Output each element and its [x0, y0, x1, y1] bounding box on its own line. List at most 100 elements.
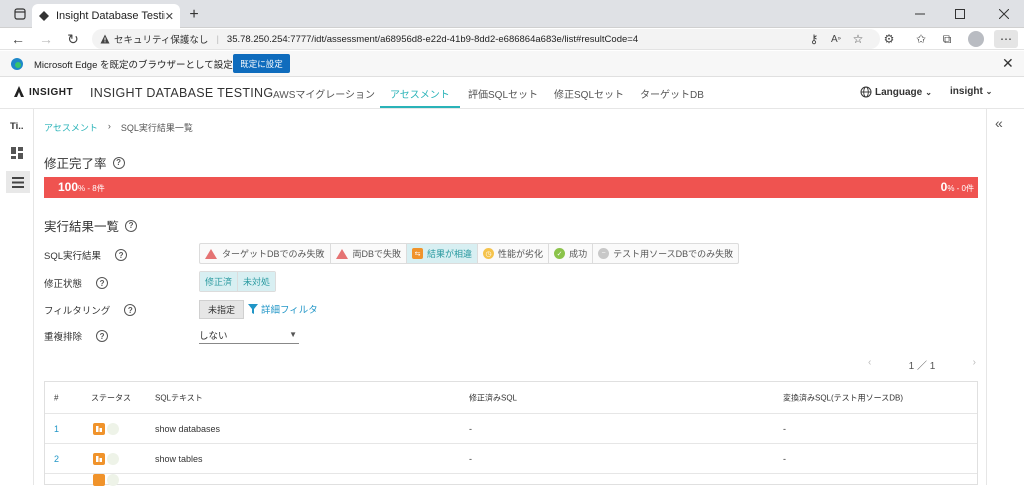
address-bar[interactable]: セキュリティ保護なし | 35.78.250.254:7777/idt/asse… — [92, 29, 880, 49]
minimize-icon[interactable] — [900, 0, 940, 28]
key-icon[interactable]: ⚷ — [805, 30, 823, 48]
sql-result-filter-label: SQL実行結果 ? — [44, 248, 128, 262]
completion-left-value: 100% - 8件 — [58, 180, 105, 194]
chip-source-db-only-failed[interactable]: − テスト用ソースDBでのみ失敗 — [593, 244, 738, 263]
minus-icon: − — [598, 248, 610, 259]
user-menu[interactable]: insight ⌄ — [950, 86, 992, 97]
chip-target-db-only-failed[interactable]: ターゲットDBでのみ失敗 — [200, 244, 331, 263]
prev-page-icon[interactable]: ‹ — [868, 357, 871, 372]
next-page-icon[interactable]: › — [973, 357, 976, 372]
dedup-select[interactable]: しない ▼ — [199, 328, 299, 344]
results-title: 実行結果一覧 — [44, 220, 120, 234]
help-icon[interactable]: ? — [124, 304, 137, 316]
help-icon[interactable]: ? — [112, 156, 125, 169]
read-aloud-icon[interactable]: A» — [827, 30, 845, 48]
language-menu[interactable]: Language ⌄ — [860, 86, 932, 98]
row-converted-sql: - — [783, 453, 786, 464]
dashboard-icon[interactable] — [11, 147, 23, 159]
sql-result-filter-chips: ターゲットDBでのみ失敗 両DBで失敗 ⇆ 結果が相違 ◷ 性能が劣化 ✓ 成功 − テ… — [199, 243, 740, 264]
chip-result-differs[interactable]: ⇆ 結果が相違 — [407, 244, 479, 263]
security-warning: セキュリティ保護なし — [114, 35, 209, 46]
check-icon — [107, 452, 119, 465]
col-header-num: # — [54, 393, 59, 402]
sidebar-title[interactable]: Ti.. — [10, 121, 24, 132]
more-menu-icon[interactable]: ⋯ — [994, 30, 1018, 48]
set-default-button[interactable]: 既定に設定 — [233, 54, 290, 73]
row-status — [93, 422, 119, 435]
table-row[interactable]: 1 show databases - - — [45, 414, 977, 444]
completion-heading: 修正完了率 ? — [44, 153, 125, 172]
edge-logo-icon — [11, 58, 23, 70]
help-icon[interactable]: ? — [96, 277, 109, 289]
diff-icon: ⇆ — [412, 248, 424, 259]
browser-tab-strip: Insight Database Testing ✕ + — [0, 0, 1024, 28]
tab-close-icon[interactable]: ✕ — [165, 10, 174, 23]
reload-icon[interactable]: ↻ — [63, 29, 83, 49]
completion-progress-bar: 100% - 8件 0% - 0件 — [44, 177, 978, 198]
row-sql-text: show tables — [155, 453, 203, 464]
check-icon — [107, 422, 119, 435]
tab-favicon-icon — [39, 11, 49, 21]
breadcrumb: アセスメント › SQL実行結果一覧 — [44, 121, 193, 134]
chip-performance-degraded[interactable]: ◷ 性能が劣化 — [478, 244, 550, 263]
nav-eval-sql-set[interactable]: 評価SQLセット — [468, 86, 538, 101]
help-icon[interactable]: ? — [96, 330, 109, 342]
forward-icon[interactable]: → — [36, 29, 56, 49]
unspecified-filter-button[interactable]: 未指定 — [199, 300, 245, 319]
collapse-panel-icon[interactable]: « — [995, 115, 1003, 131]
chevron-down-icon: ⌄ — [985, 87, 993, 96]
chip-unhandled[interactable]: 未対処 — [238, 272, 276, 291]
table-row[interactable]: 2 show tables - - — [45, 444, 977, 474]
completion-right-value: 0% - 0件 — [940, 180, 974, 194]
window-close-icon[interactable] — [984, 0, 1024, 28]
back-icon[interactable]: ← — [8, 29, 28, 49]
tab-title: Insight Database Testing — [56, 10, 165, 22]
nav-target-db[interactable]: ターゲットDB — [640, 86, 704, 101]
pagination: ‹ 1 ／ 1 › — [868, 357, 976, 372]
table-row[interactable] — [45, 474, 977, 504]
chip-success[interactable]: ✓ 成功 — [549, 244, 594, 263]
profile-avatar[interactable] — [968, 31, 984, 47]
fix-status-filter-chips: 修正済 未対処 — [199, 271, 277, 292]
breadcrumb-assessment-link[interactable]: アセスメント — [44, 121, 98, 134]
diff-icon — [93, 474, 105, 486]
chip-fixed[interactable]: 修正済 — [200, 272, 239, 291]
dropdown-caret-icon: ▼ — [289, 330, 297, 339]
row-fixed-sql: - — [469, 423, 472, 434]
list-view-icon[interactable] — [6, 171, 30, 193]
collections-icon[interactable]: ⧉ — [938, 30, 956, 48]
maximize-icon[interactable] — [940, 0, 980, 28]
completion-title: 修正完了率 — [44, 157, 107, 171]
app-logo[interactable]: INSIGHT — [12, 85, 73, 99]
nav-fix-sql-set[interactable]: 修正SQLセット — [554, 86, 624, 101]
language-label: Language — [875, 86, 923, 98]
col-header-converted-sql: 変換済みSQL(テスト用ソースDB) — [783, 393, 904, 402]
nav-aws-migration[interactable]: AWSマイグレーション — [273, 86, 375, 101]
row-number-link[interactable]: 1 — [54, 424, 59, 434]
help-icon[interactable]: ? — [125, 219, 138, 232]
nav-assessment[interactable]: アセスメント — [390, 86, 450, 101]
row-fixed-sql: - — [469, 453, 472, 464]
diff-icon — [93, 452, 105, 465]
favorites-icon[interactable]: ✩ — [912, 30, 930, 48]
help-icon[interactable]: ? — [115, 249, 128, 261]
url-text: 35.78.250.254:7777/idt/assessment/a68956… — [226, 33, 639, 45]
browser-tab[interactable]: Insight Database Testing ✕ — [32, 4, 180, 28]
globe-icon — [860, 86, 872, 98]
filtering-label: フィルタリング ? — [44, 303, 137, 317]
check-icon — [107, 474, 119, 486]
chip-both-db-failed[interactable]: 両DBで失敗 — [331, 244, 408, 263]
dedup-label: 重複排除 ? — [44, 329, 109, 343]
new-tab-button[interactable]: + — [184, 5, 204, 25]
row-status — [93, 474, 119, 486]
infobar-close-icon[interactable]: ✕ — [1002, 55, 1014, 72]
favorite-add-icon[interactable]: ☆ — [849, 30, 867, 48]
extensions-icon[interactable]: ⚙ — [880, 30, 898, 48]
diff-icon — [93, 422, 105, 435]
warning-icon — [100, 34, 110, 44]
warning-icon — [335, 248, 348, 259]
breadcrumb-current: SQL実行結果一覧 — [120, 123, 193, 133]
row-number-link[interactable]: 2 — [54, 454, 59, 464]
chevron-down-icon: ⌄ — [925, 87, 932, 97]
detail-filter-link[interactable]: 詳細フィルタ — [248, 302, 318, 316]
